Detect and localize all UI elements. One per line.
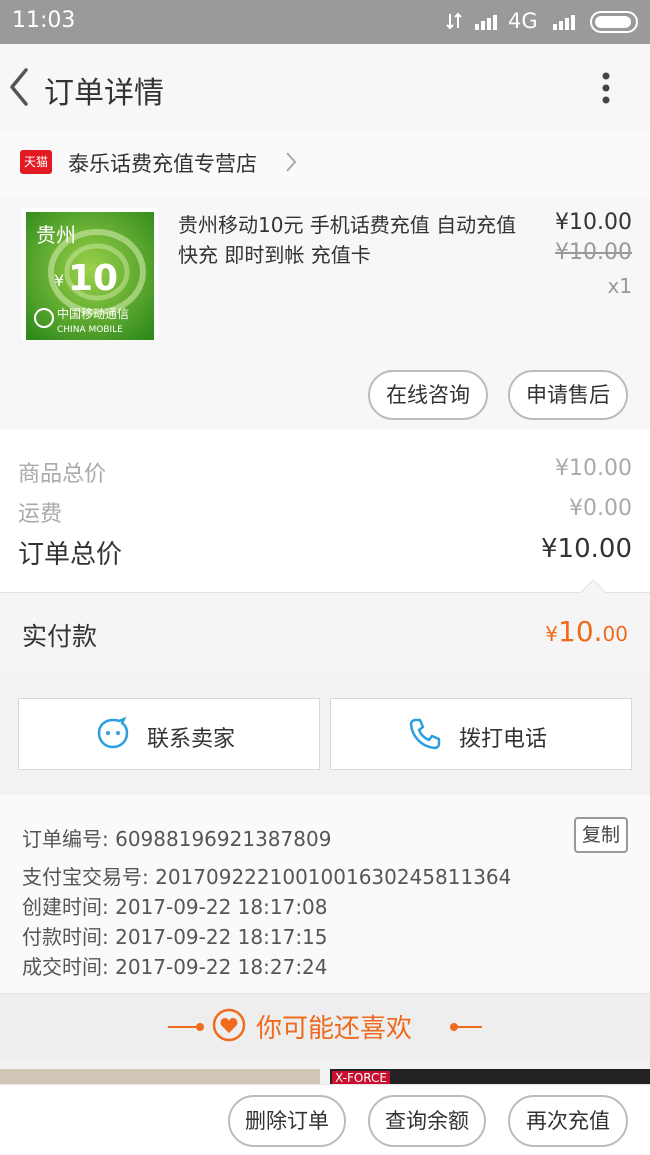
chevron-right-icon <box>286 152 297 172</box>
tmall-badge: 天猫 <box>20 150 52 174</box>
contact-seller-label: 联系卖家 <box>147 727 236 752</box>
data-transfer-icon <box>446 12 462 30</box>
goods-total-value: ¥10.00 <box>555 456 632 481</box>
delete-order-button[interactable]: 删除订单 <box>228 1095 346 1147</box>
contact-bar: 联系卖家 拨打电话 <box>0 688 650 780</box>
nav-bar: 订单详情 <box>0 44 650 130</box>
network-type: 4G <box>508 9 538 33</box>
heart-icon <box>212 1008 246 1042</box>
battery-icon <box>590 11 638 33</box>
product-price: ¥10.00 <box>555 210 632 235</box>
shop-name: 泰乐话费充值专营店 <box>68 152 257 176</box>
order-total-value: ¥10.00 <box>541 534 632 564</box>
more-menu-icon[interactable] <box>596 68 616 108</box>
shipping-label: 运费 <box>18 502 63 527</box>
actual-payment-label: 实付款 <box>22 622 98 651</box>
original-price: ¥10.00 <box>555 240 632 265</box>
card-brand-en: CHINA MOBILE <box>57 325 123 335</box>
product-thumbnail[interactable]: 贵州 ¥ 10 中国移动通信 CHINA MOBILE <box>22 208 158 340</box>
order-item: 贵州 ¥ 10 中国移动通信 CHINA MOBILE 贵州移动10元 手机话费… <box>0 198 650 430</box>
call-phone-button[interactable]: 拨打电话 <box>330 698 632 770</box>
order-total-label: 订单总价 <box>18 540 123 570</box>
created-time: 创建时间: 2017-09-22 18:17:08 <box>22 895 328 919</box>
copy-button[interactable]: 复制 <box>574 817 628 853</box>
price-summary: 商品总价 ¥10.00 运费 ¥0.00 订单总价 ¥10.00 <box>0 430 650 592</box>
order-number: 订单编号: 60988196921387809 <box>22 827 332 851</box>
chat-bubble-icon <box>97 716 129 749</box>
actual-payment-value: ¥10.00 <box>545 615 628 648</box>
divider-line-right <box>456 1026 482 1028</box>
paid-decimal: 00 <box>602 622 628 646</box>
alipay-number: 支付宝交易号: 2017092221001001630245811364 <box>22 865 512 889</box>
card-amount: 10 <box>68 258 118 299</box>
product-title[interactable]: 贵州移动10元 手机话费充值 自动充值 快充 即时到帐 充值卡 <box>178 210 528 270</box>
order-info: 订单编号: 60988196921387809 复制 支付宝交易号: 20170… <box>0 795 650 993</box>
paid-time: 付款时间: 2017-09-22 18:17:15 <box>22 925 328 949</box>
goods-total-label: 商品总价 <box>18 462 107 487</box>
recommend-header: 你可能还喜欢 <box>0 993 650 1059</box>
card-currency: ¥ <box>54 271 64 290</box>
recommend-title: 你可能还喜欢 <box>256 1014 413 1044</box>
contact-seller-button[interactable]: 联系卖家 <box>18 698 320 770</box>
call-phone-label: 拨打电话 <box>459 727 548 752</box>
banner-text: X-FORCE <box>332 1071 391 1085</box>
paid-integer: 10. <box>558 615 603 648</box>
signal-icon-2 <box>553 15 575 30</box>
phone-icon <box>409 718 441 750</box>
online-consult-button[interactable]: 在线咨询 <box>368 370 488 420</box>
status-time: 11:03 <box>12 8 76 33</box>
recharge-again-button[interactable]: 再次充值 <box>508 1095 628 1147</box>
page-title: 订单详情 <box>44 76 164 111</box>
shop-row[interactable]: 天猫 泰乐话费充值专营店 <box>0 130 650 198</box>
card-region: 贵州 <box>36 223 76 247</box>
completed-time: 成交时间: 2017-09-22 18:27:24 <box>22 955 328 979</box>
apply-aftersale-button[interactable]: 申请售后 <box>508 370 628 420</box>
divider-dot-left <box>196 1023 204 1031</box>
paid-currency: ¥ <box>545 622 559 646</box>
shipping-value: ¥0.00 <box>569 496 632 521</box>
product-quantity: x1 <box>607 274 632 298</box>
actual-payment: 实付款 ¥10.00 <box>0 579 650 672</box>
card-brand-cn: 中国移动通信 <box>57 306 129 321</box>
recharge-card-image: 贵州 ¥ 10 中国移动通信 CHINA MOBILE <box>26 212 154 340</box>
signal-icon <box>475 15 497 30</box>
divider-line-left <box>168 1026 196 1028</box>
back-arrow-icon[interactable] <box>6 66 36 108</box>
status-bar: 11:03 4G <box>0 0 650 44</box>
check-balance-button[interactable]: 查询余额 <box>368 1095 486 1147</box>
bottom-action-bar: 删除订单 查询余额 再次充值 <box>0 1084 650 1155</box>
